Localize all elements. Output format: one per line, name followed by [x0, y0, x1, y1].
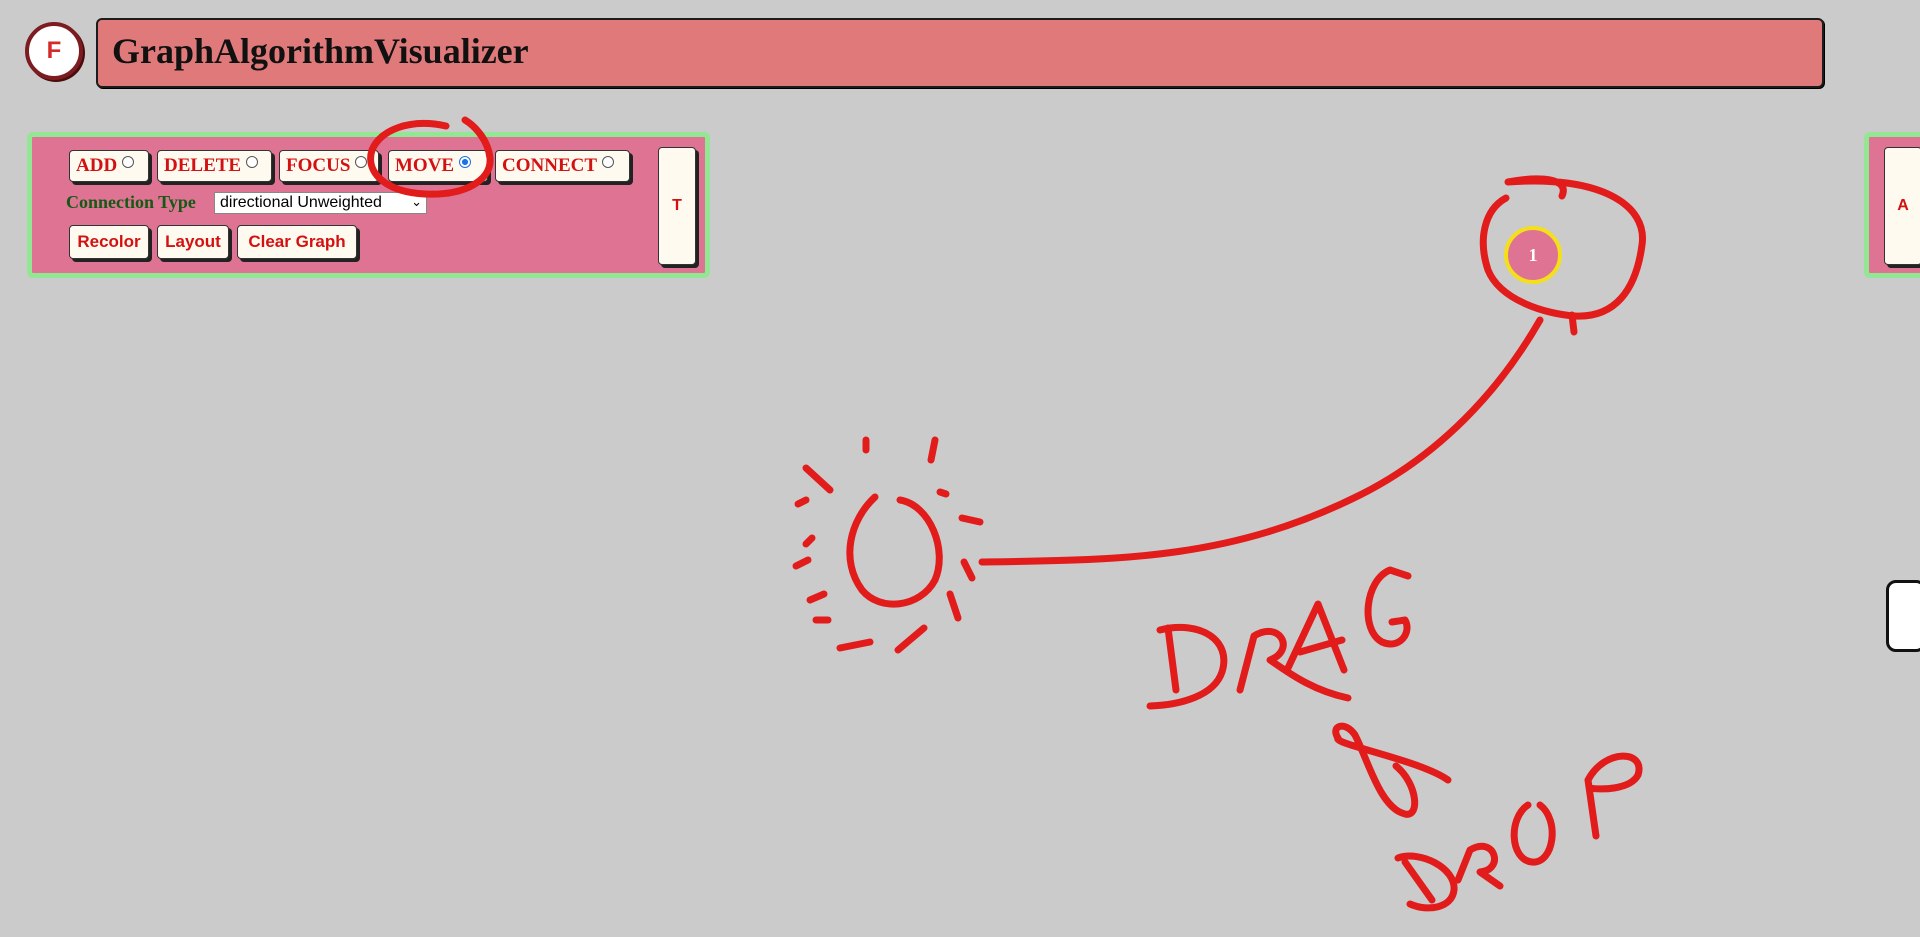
drag-letter-d: [1146, 623, 1228, 710]
drop-letter-r: [1454, 842, 1504, 890]
node-highlight-circle: [1479, 175, 1646, 336]
ampersand: [1332, 722, 1452, 818]
origin-ray: [836, 638, 874, 652]
origin-ray: [946, 590, 962, 622]
origin-ray: [802, 464, 834, 494]
origin-ray: [806, 590, 828, 604]
drag-letter-a: [1284, 600, 1348, 674]
origin-ray: [794, 496, 810, 508]
origin-ray: [802, 534, 816, 548]
origin-ray: [792, 556, 812, 570]
origin-ray: [936, 488, 950, 498]
origin-ray: [960, 558, 976, 582]
origin-circle: [846, 493, 943, 608]
drop-letter-p: [1584, 752, 1643, 840]
drop-letter-o: [1510, 801, 1556, 866]
move-highlight-circle: [367, 116, 494, 198]
origin-ray: [958, 514, 984, 526]
origin-ray: [894, 624, 928, 654]
drag-path-line: [978, 316, 1544, 566]
drop-letter-d: [1394, 852, 1458, 912]
drag-letter-g: [1364, 566, 1412, 648]
handwritten-annotation: [367, 116, 1646, 912]
origin-ray: [927, 436, 939, 464]
